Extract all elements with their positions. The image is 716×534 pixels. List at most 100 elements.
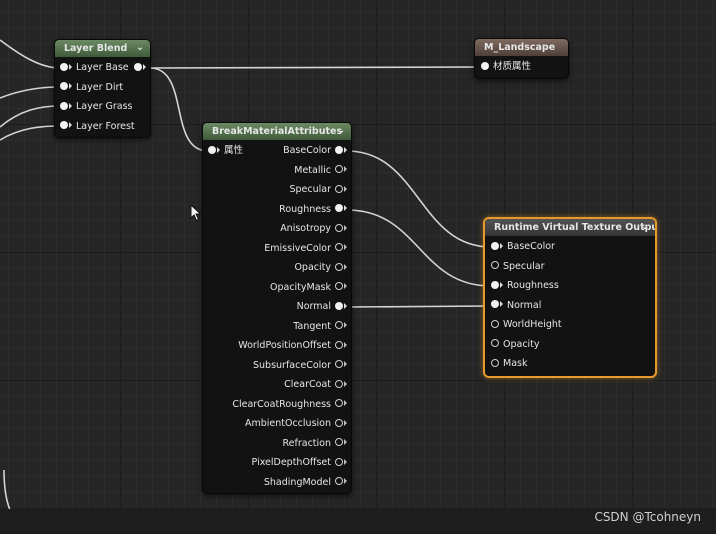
pin-unconnected-icon[interactable]	[335, 340, 343, 349]
pin-label: PixelDepthOffset	[251, 457, 331, 468]
node-header-rvt-output[interactable]: Runtime Virtual Texture Output ⌄	[485, 219, 655, 236]
input-pin--[interactable]: 属性	[208, 145, 243, 157]
output-pin-anisotropy[interactable]: Anisotropy	[280, 223, 347, 235]
pin-connected-icon[interactable]	[491, 300, 499, 308]
pin-arrow-icon	[344, 146, 347, 153]
output-pin-layer-base[interactable]: Layer Base	[134, 62, 146, 74]
pin-connected-icon[interactable]	[335, 301, 343, 310]
pin-arrow-icon	[344, 263, 347, 270]
pin-connected-icon[interactable]	[134, 62, 142, 71]
pin-connected-icon[interactable]	[481, 61, 489, 70]
pin-unconnected-icon[interactable]	[335, 184, 343, 193]
pin-unconnected-icon[interactable]	[335, 165, 343, 173]
pin-unconnected-icon[interactable]	[491, 319, 499, 328]
pin-arrow-icon	[344, 283, 347, 289]
pin-unconnected-icon[interactable]	[335, 477, 343, 485]
input-pin-world-height[interactable]: WorldHeight	[491, 319, 562, 331]
input-pin-mask[interactable]: Mask	[491, 358, 527, 370]
input-pin-normal[interactable]: Normal	[491, 300, 541, 312]
collapse-chevron-icon[interactable]: ⌄	[336, 123, 346, 139]
pin-unconnected-icon[interactable]	[335, 360, 343, 368]
output-pin-emissive-color[interactable]: EmissiveColor	[264, 243, 347, 255]
pin-label: ClearCoatRoughness	[232, 398, 331, 410]
output-pin-roughness[interactable]: Roughness	[279, 204, 347, 216]
input-pin-base-color[interactable]: BaseColor	[491, 241, 555, 253]
output-pin-opacity-mask[interactable]: OpacityMask	[270, 282, 347, 294]
input-pin-layer-base[interactable]: Layer Base	[60, 62, 129, 74]
pin-connected-icon[interactable]	[60, 62, 68, 71]
pin-unconnected-icon[interactable]	[335, 243, 343, 251]
pin-unconnected-icon[interactable]	[491, 358, 499, 367]
pin-arrow-icon	[344, 341, 347, 348]
node-header-layer-blend[interactable]: Layer Blend ⌄	[55, 40, 150, 57]
pin-connected-icon[interactable]	[208, 145, 216, 154]
input-pin-roughness[interactable]: Roughness	[491, 280, 559, 292]
pin-arrow-icon	[344, 166, 347, 172]
pin-arrow-icon	[344, 419, 347, 426]
watermark: CSDN @Tcohneyn	[594, 510, 701, 524]
pin-unconnected-icon[interactable]	[335, 321, 343, 329]
output-pin-base-color[interactable]: BaseColor	[283, 145, 347, 157]
pin-connected-icon[interactable]	[60, 82, 68, 90]
output-pin-subsurface-color[interactable]: SubsurfaceColor	[253, 360, 347, 372]
pin-arrow-icon	[500, 281, 503, 288]
pin-label: Specular	[289, 184, 331, 195]
pin-connected-icon[interactable]	[335, 145, 343, 154]
input-pin-layer-forest[interactable]: Layer Forest	[60, 121, 135, 133]
output-pin-refraction[interactable]: Refraction	[282, 438, 347, 450]
pin-unconnected-icon[interactable]	[491, 261, 499, 269]
output-pin-pixel-depth-offset[interactable]: PixelDepthOffset	[252, 457, 347, 469]
wire-normal	[346, 305, 492, 308]
input-pin-opacity[interactable]: Opacity	[491, 339, 540, 351]
output-pin-tangent[interactable]: Tangent	[293, 321, 347, 333]
pin-label: Layer Grass	[76, 101, 133, 112]
input-pin-layer-grass[interactable]: Layer Grass	[60, 101, 133, 113]
node-header-break-material-attributes[interactable]: BreakMaterialAttributes ⌄	[203, 123, 351, 140]
output-pin-clear-coat-roughness[interactable]: ClearCoatRoughness	[232, 399, 347, 411]
pin-connected-icon[interactable]	[491, 241, 499, 250]
pin-label: Normal	[507, 299, 542, 311]
pin-connected-icon[interactable]	[335, 204, 343, 212]
pin-arrow-icon	[143, 63, 146, 70]
input-pin-layer-dirt[interactable]: Layer Dirt	[60, 82, 123, 94]
collapse-chevron-icon[interactable]: ⌄	[640, 219, 650, 235]
node-header-m-landscape[interactable]: M_Landscape	[475, 39, 568, 56]
wire-layer-base-to-break	[149, 67, 209, 152]
output-pin-shading-model[interactable]: ShadingModel	[264, 477, 347, 489]
collapse-chevron-icon[interactable]: ⌄	[135, 40, 145, 56]
pin-unconnected-icon[interactable]	[335, 457, 343, 466]
pin-arrow-icon	[217, 146, 220, 153]
pin-arrow-icon	[69, 122, 72, 128]
pin-arrow-icon	[344, 224, 347, 231]
output-pin-clear-coat[interactable]: ClearCoat	[284, 379, 347, 391]
pin-unconnected-icon[interactable]	[335, 379, 343, 388]
wire-roughness	[346, 209, 492, 287]
pin-connected-icon[interactable]	[491, 280, 499, 289]
input-pin-specular[interactable]: Specular	[491, 261, 545, 273]
output-pin-normal[interactable]: Normal	[297, 301, 347, 313]
pin-arrow-icon	[69, 102, 72, 109]
pin-arrow-icon	[344, 185, 347, 192]
output-pin-ambient-occlusion[interactable]: AmbientOcclusion	[245, 418, 347, 430]
pin-arrow-icon	[344, 322, 347, 328]
pin-unconnected-icon[interactable]	[335, 418, 343, 427]
pin-unconnected-icon[interactable]	[335, 282, 343, 290]
output-pin-world-position-offset[interactable]: WorldPositionOffset	[238, 340, 347, 352]
output-pin-opacity[interactable]: Opacity	[294, 262, 347, 274]
pin-unconnected-icon[interactable]	[491, 339, 499, 347]
pin-label: WorldPositionOffset	[238, 340, 331, 351]
output-pin-metallic[interactable]: Metallic	[294, 165, 347, 177]
output-pin-specular[interactable]: Specular	[289, 184, 347, 196]
pin-label: Layer Base	[76, 62, 129, 73]
pin-connected-icon[interactable]	[60, 121, 68, 129]
input-pin--[interactable]: 材质属性	[481, 61, 531, 73]
pin-unconnected-icon[interactable]	[335, 262, 343, 271]
pin-unconnected-icon[interactable]	[335, 223, 343, 232]
pin-unconnected-icon[interactable]	[335, 399, 343, 407]
pin-label: ShadingModel	[263, 476, 331, 488]
pin-label: AmbientOcclusion	[244, 418, 331, 429]
pin-connected-icon[interactable]	[60, 101, 68, 110]
pin-unconnected-icon[interactable]	[335, 438, 343, 446]
pin-label: OpacityMask	[269, 281, 331, 293]
node-title: Layer Blend	[64, 43, 128, 54]
